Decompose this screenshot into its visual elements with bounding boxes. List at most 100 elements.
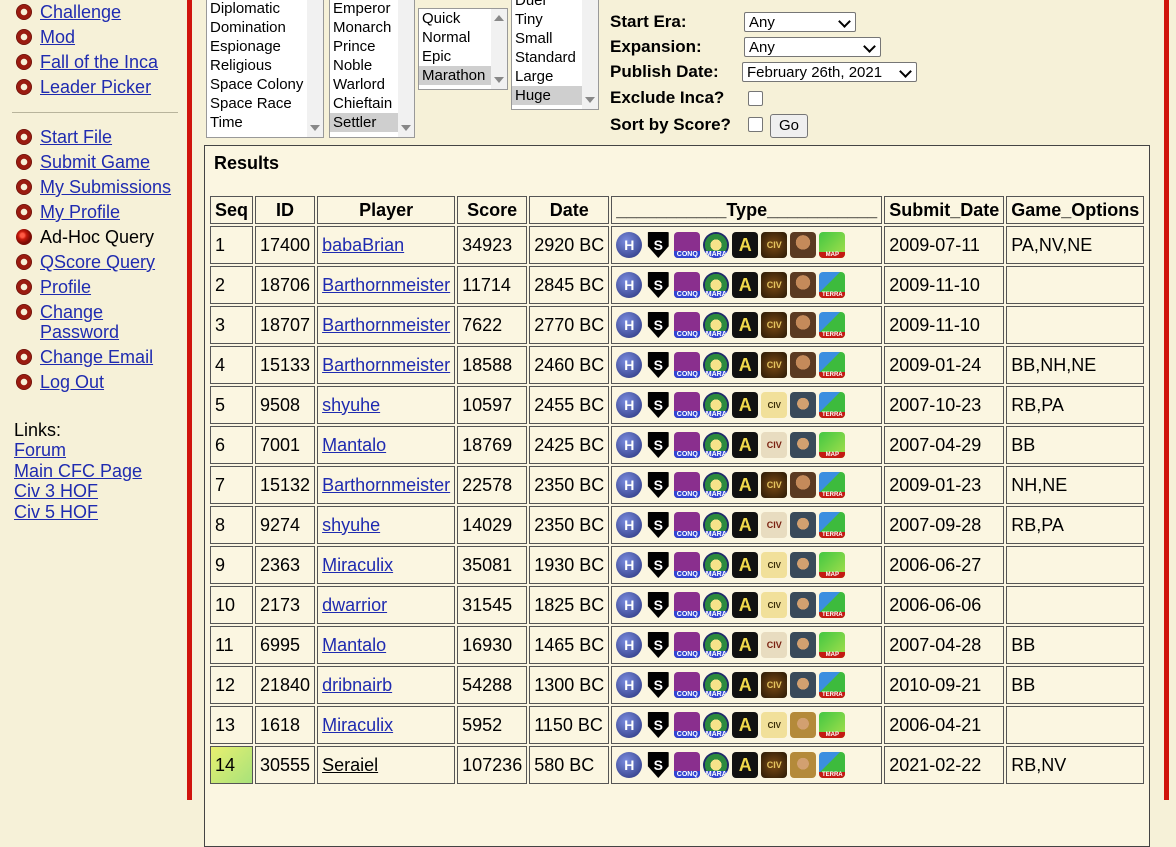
column-header[interactable]: Player	[317, 196, 456, 224]
difficulty-listbox[interactable]: Emperor Monarch Prince Noble Warlord Chieftai…	[329, 0, 415, 138]
player-link[interactable]: shyuhe	[322, 515, 380, 535]
sidebar-item-label[interactable]: Mod	[40, 27, 75, 47]
listbox-option[interactable]: Large	[512, 67, 582, 86]
player-link[interactable]: Miraculix	[322, 715, 393, 735]
listbox-option[interactable]: Huge	[512, 86, 582, 105]
sidebar-item-start-file[interactable]: Start File	[16, 127, 112, 147]
player-link[interactable]: Mantalo	[322, 635, 386, 655]
listbox-option[interactable]: Domination	[207, 18, 307, 37]
sidebar-item-mod[interactable]: Mod	[16, 27, 75, 47]
listbox-option[interactable]: Standard	[512, 48, 582, 67]
leader-portrait-icon	[790, 232, 817, 258]
sidebar-item-label[interactable]: Leader Picker	[40, 77, 151, 97]
listbox-option[interactable]: Small	[512, 29, 582, 48]
player-link[interactable]: Barthornmeister	[322, 475, 450, 495]
id-cell: 9508	[255, 386, 316, 424]
listbox-option[interactable]: Emperor	[330, 0, 398, 18]
listbox-option[interactable]: Normal	[419, 28, 491, 47]
sort-by-score-checkbox[interactable]	[748, 117, 763, 132]
player-link[interactable]: dribnairb	[322, 675, 392, 695]
sidebar-item-leader-picker[interactable]: Leader Picker	[16, 77, 151, 97]
sidebar-item-log-out[interactable]: Log Out	[16, 372, 104, 392]
map-size-listbox[interactable]: Duel Tiny Small Standard Large Huge	[511, 0, 599, 110]
column-header[interactable]: Seq	[210, 196, 254, 224]
expansion-select[interactable]: Any	[744, 37, 881, 57]
link-civ-5-hof[interactable]: Civ 5 HOF	[14, 502, 98, 523]
listbox-option[interactable]: Religious	[207, 56, 307, 75]
sidebar-item-change-password[interactable]: Change Password	[16, 302, 130, 342]
listbox-scrollbar[interactable]	[582, 0, 598, 109]
sidebar-item-label[interactable]: Log Out	[40, 372, 104, 392]
sidebar-item-my-submissions[interactable]: My Submissions	[16, 177, 171, 197]
sidebar-item-label[interactable]: Challenge	[40, 2, 121, 22]
link-civ-3-hof[interactable]: Civ 3 HOF	[14, 481, 98, 502]
link-main-cfc-page[interactable]: Main CFC Page	[14, 461, 142, 482]
sidebar-item-profile[interactable]: Profile	[16, 277, 91, 297]
sidebar-item-label[interactable]: Submit Game	[40, 152, 150, 172]
go-button[interactable]: Go	[770, 114, 808, 138]
column-header[interactable]: Date	[529, 196, 610, 224]
sidebar-item-label[interactable]: My Submissions	[40, 177, 171, 197]
listbox-option[interactable]: Warlord	[330, 75, 398, 94]
sidebar-item-label[interactable]: Start File	[40, 127, 112, 147]
listbox-option[interactable]: Space Colony	[207, 75, 307, 94]
listbox-option[interactable]: Marathon	[419, 66, 491, 85]
player-link[interactable]: Seraiel	[322, 755, 378, 775]
publish-date-select[interactable]: February 26th, 2021	[742, 62, 917, 82]
exclude-inca-checkbox[interactable]	[748, 91, 763, 106]
listbox-option[interactable]: Epic	[419, 47, 491, 66]
listbox-option[interactable]: Time	[207, 113, 307, 132]
listbox-option[interactable]: Settler	[330, 113, 398, 132]
listbox-option[interactable]: Noble	[330, 56, 398, 75]
victory-type-listbox[interactable]: Diplomatic Domination Espionage Religious Sp…	[206, 0, 324, 138]
player-link[interactable]: Barthornmeister	[322, 355, 450, 375]
player-link[interactable]: Mantalo	[322, 435, 386, 455]
sidebar-item-change-email[interactable]: Change Email	[16, 347, 153, 367]
listbox-option[interactable]: Quick	[419, 9, 491, 28]
listbox-option[interactable]: Tiny	[512, 10, 582, 29]
shield-s-icon: S	[647, 432, 669, 458]
game-speed-listbox[interactable]: Quick Normal Epic Marathon	[418, 8, 508, 90]
player-link[interactable]: Miraculix	[322, 555, 393, 575]
sidebar-item-qscore-query[interactable]: QScore Query	[16, 252, 155, 272]
listbox-option[interactable]: Diplomatic	[207, 0, 307, 18]
h-icon: H	[616, 472, 643, 498]
id-cell: 9274	[255, 506, 316, 544]
chevron-down-icon	[863, 40, 876, 53]
column-header[interactable]: Game_Options	[1006, 196, 1145, 224]
listbox-scrollbar[interactable]	[307, 0, 323, 137]
listbox-option[interactable]: Monarch	[330, 18, 398, 37]
sidebar-item-challenge[interactable]: Challenge	[16, 2, 121, 22]
listbox-scrollbar[interactable]	[398, 0, 414, 137]
sidebar-item-label[interactable]: Profile	[40, 277, 91, 297]
listbox-scrollbar[interactable]	[491, 9, 507, 89]
sidebar-item-label[interactable]: Fall of the Inca	[40, 52, 158, 72]
type-cell: H S CONQ MARA A CIV TERRA	[611, 746, 883, 784]
link-forum[interactable]: Forum	[14, 440, 66, 461]
listbox-option[interactable]: Chieftain	[330, 94, 398, 113]
player-link[interactable]: babaBrian	[322, 235, 404, 255]
player-link[interactable]: shyuhe	[322, 395, 380, 415]
player-link[interactable]: Barthornmeister	[322, 315, 450, 335]
start-era-select[interactable]: Any	[744, 12, 856, 32]
listbox-option[interactable]: Prince	[330, 37, 398, 56]
listbox-option[interactable]: Espionage	[207, 37, 307, 56]
listbox-option[interactable]: Space Race	[207, 94, 307, 113]
date-cell: 2920 BC	[529, 226, 610, 264]
sidebar-item-label[interactable]: QScore Query	[40, 252, 155, 272]
player-link[interactable]: Barthornmeister	[322, 275, 450, 295]
column-header[interactable]: Submit_Date	[884, 196, 1005, 224]
sidebar-item-my-profile[interactable]: My Profile	[16, 202, 120, 222]
map-icon: TERRA	[819, 272, 846, 298]
sidebar-item-submit-game[interactable]: Submit Game	[16, 152, 150, 172]
listbox-option[interactable]: Duel	[512, 0, 582, 10]
sidebar-item-label[interactable]: Change Password	[40, 302, 130, 342]
sidebar-item-fall-of-the-inca[interactable]: Fall of the Inca	[16, 52, 158, 72]
sidebar-item-label[interactable]: Change Email	[40, 347, 153, 367]
player-link[interactable]: dwarrior	[322, 595, 387, 615]
sidebar-item-label[interactable]: My Profile	[40, 202, 120, 222]
civ-icon: CIV	[761, 232, 788, 258]
column-header[interactable]: ID	[255, 196, 316, 224]
column-header[interactable]: Score	[457, 196, 528, 224]
column-header[interactable]: ___________Type___________	[611, 196, 883, 224]
